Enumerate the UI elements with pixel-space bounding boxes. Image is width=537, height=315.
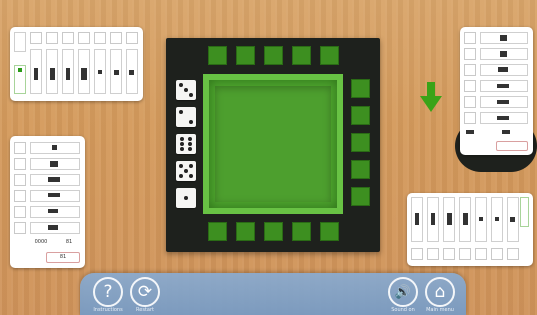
die-1[interactable] [176,188,196,208]
restart-button[interactable]: ⟳ [130,277,160,307]
dice-slot[interactable] [292,222,311,241]
dice-slot[interactable] [351,187,370,206]
sound-label: Sound on [391,307,415,313]
dice-slot[interactable] [351,79,370,98]
dice-slot[interactable] [292,46,311,65]
turn-arrow-icon [420,82,442,112]
scorecard-left-bottom: 0000 81 81 [10,136,85,268]
bonus-score: 0000 [30,238,52,248]
help-icon: ? [103,282,113,302]
scorecard-right-top [460,27,533,155]
dice-slot[interactable] [320,46,339,65]
restart-label: Restart [136,307,154,313]
instructions-label: Instructions [93,307,123,313]
dice-slot[interactable] [208,222,227,241]
scorecard-left-top [10,27,143,101]
dice-slot[interactable] [264,46,283,65]
dice-slot[interactable] [236,46,255,65]
dice-slot[interactable] [351,160,370,179]
total-score: 81 [46,252,80,263]
dice-slot[interactable] [351,106,370,125]
subtotal-score: 81 [58,238,80,248]
dice-slot[interactable] [351,133,370,152]
die-2[interactable] [176,107,196,127]
total-score [496,141,528,151]
home-label: Main menu [426,307,454,313]
dice-slot[interactable] [320,222,339,241]
restart-icon: ⟳ [137,282,153,302]
die-5[interactable] [176,161,196,181]
instructions-button[interactable]: ? [93,277,123,307]
scorecard-right-bottom [407,193,533,266]
dice-slot[interactable] [236,222,255,241]
bottom-toolbar: ? Instructions ⟳ Restart 🔊 Sound on ⌂ Ma… [80,273,466,315]
dice-slot[interactable] [208,46,227,65]
home-icon: ⌂ [434,282,446,302]
die-6[interactable] [176,134,196,154]
dice-tray[interactable] [203,74,343,214]
die-3[interactable] [176,80,196,100]
sound-button[interactable]: 🔊 [388,277,418,307]
home-button[interactable]: ⌂ [425,277,455,307]
dice-slot[interactable] [264,222,283,241]
speaker-icon: 🔊 [394,284,412,300]
